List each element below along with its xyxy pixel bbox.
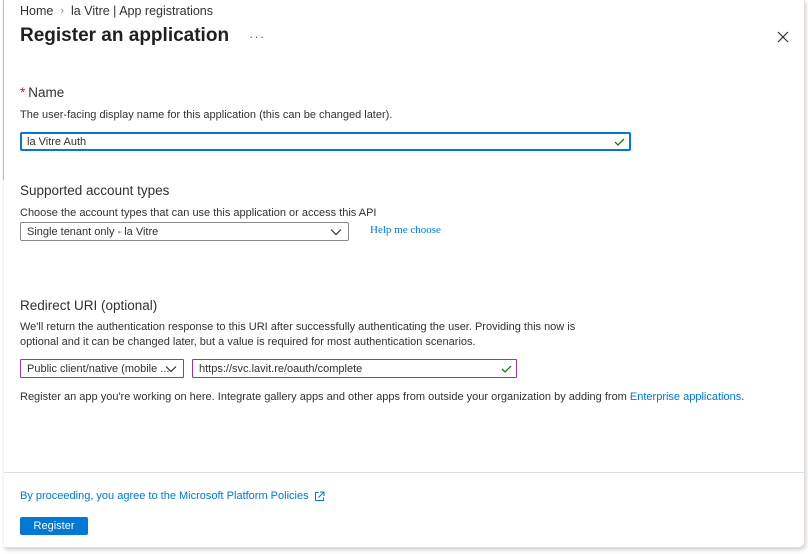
- redirect-uri-title: Redirect URI (optional): [20, 298, 158, 313]
- name-label: Name: [28, 85, 65, 100]
- name-input[interactable]: la Vitre Auth: [20, 132, 631, 151]
- help-me-choose-link[interactable]: Help me choose: [370, 224, 441, 236]
- platform-policies-link[interactable]: By proceeding, you agree to the Microsof…: [20, 490, 325, 502]
- platform-policies-text: By proceeding, you agree to the Microsof…: [20, 490, 309, 502]
- breadcrumb-separator: ›: [60, 5, 65, 17]
- name-description: The user-facing display name for this ap…: [20, 109, 393, 121]
- close-icon[interactable]: [776, 30, 790, 44]
- redirect-description: We'll return the authentication response…: [20, 320, 575, 350]
- page-title: Register an application: [20, 25, 230, 46]
- footer-divider: [4, 472, 804, 473]
- title-row: Register an application ···: [20, 25, 265, 47]
- redirect-uri-input[interactable]: https://svc.lavit.re/oauth/complete: [192, 359, 517, 378]
- checkmark-icon: [614, 138, 625, 146]
- more-options-button[interactable]: ···: [249, 29, 265, 44]
- enterprise-applications-link[interactable]: Enterprise applications: [630, 391, 741, 403]
- account-types-selected: Single tenant only - la Vitre: [27, 225, 159, 238]
- external-link-icon: [314, 491, 325, 501]
- platform-selected: Public client/native (mobile ...: [27, 362, 170, 375]
- checkmark-icon: [501, 365, 512, 373]
- name-input-value: la Vitre Auth: [27, 135, 87, 148]
- account-types-title: Supported account types: [20, 183, 170, 198]
- breadcrumb-home[interactable]: Home: [20, 4, 53, 18]
- breadcrumb-app-registrations[interactable]: la Vitre | App registrations: [71, 4, 213, 18]
- account-types-dropdown[interactable]: Single tenant only - la Vitre: [20, 222, 349, 241]
- register-button[interactable]: Register: [20, 517, 88, 535]
- name-section-title: * Name: [20, 85, 64, 100]
- gallery-note-suffix: .: [741, 391, 745, 403]
- chevron-down-icon: [330, 228, 342, 235]
- platform-dropdown[interactable]: Public client/native (mobile ...: [20, 359, 184, 378]
- chevron-down-icon: [165, 365, 177, 372]
- breadcrumb: Home › la Vitre | App registrations: [20, 4, 213, 18]
- required-marker: *: [20, 85, 26, 100]
- redirect-description-line2: optional and it can be changed later, bu…: [20, 336, 476, 348]
- redirect-uri-value: https://svc.lavit.re/oauth/complete: [199, 362, 363, 375]
- gallery-note: Register an app you're working on here. …: [20, 390, 744, 405]
- redirect-description-line1: We'll return the authentication response…: [20, 321, 576, 333]
- register-app-panel: [4, 0, 805, 548]
- account-types-description: Choose the account types that can use th…: [20, 207, 377, 219]
- gallery-note-text: Register an app you're working on here. …: [20, 391, 630, 403]
